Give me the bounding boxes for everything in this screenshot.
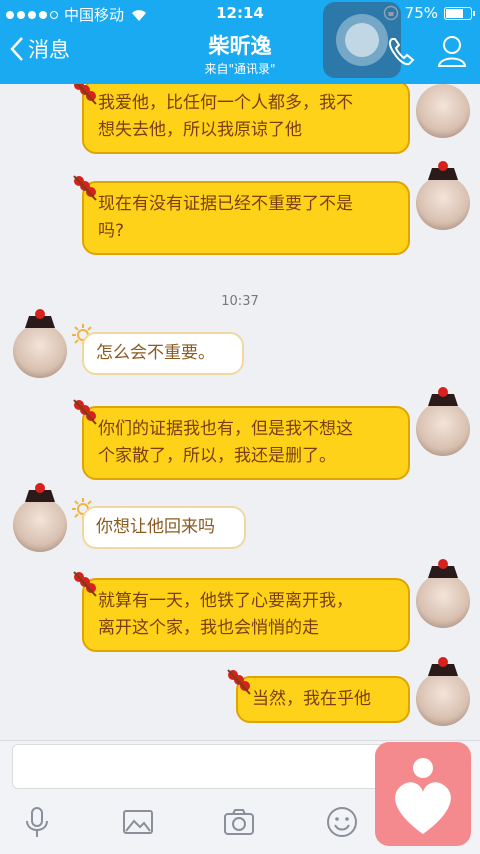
message-bubble[interactable]: 当然，我在乎他 xyxy=(236,676,410,723)
phone-icon[interactable] xyxy=(386,36,416,68)
message-bubble[interactable]: 现在有没有证据已经不重要了不是 吗? xyxy=(82,181,410,255)
message-line: 就算有一天，他铁了心要离开我， xyxy=(98,591,353,611)
message-line: 你们的证据我也有，但是我不想这 xyxy=(98,419,353,439)
hat-icon xyxy=(428,657,458,676)
message-line: 你想让他回来吗 xyxy=(96,517,215,537)
status-bar: 中国移动 12:14 75% xyxy=(0,0,480,26)
hat-icon xyxy=(428,161,458,180)
candied-haws-icon xyxy=(74,84,97,105)
image-icon[interactable] xyxy=(121,805,155,839)
message-line: 现在有没有证据已经不重要了不是 xyxy=(98,194,353,214)
candied-haws-icon xyxy=(73,399,97,425)
contact-avatar[interactable] xyxy=(416,559,470,628)
message-line: 我爱他，比任何一个人都多，我不 xyxy=(98,93,353,113)
message-bubble[interactable]: 我爱他，比任何一个人都多，我不 想失去他，所以我原谅了他 xyxy=(82,84,410,154)
candied-haws-icon xyxy=(227,669,251,695)
battery-icon xyxy=(444,6,475,20)
candied-haws-icon xyxy=(73,571,97,597)
timestamp: 10:37 xyxy=(221,294,259,309)
hat-icon xyxy=(428,387,458,406)
message-line: 怎么会不重要。 xyxy=(96,343,215,363)
message-bubble[interactable]: 你想让他回来吗 xyxy=(82,506,246,549)
message-list[interactable]: 我爱他，比任何一个人都多，我不 想失去他，所以我原谅了他 现在有没有证据已经不重… xyxy=(0,84,480,740)
candied-haws-icon xyxy=(73,175,97,201)
message-line: 当然，我在乎他 xyxy=(252,689,371,709)
contact-avatar[interactable] xyxy=(416,657,470,726)
profile-icon[interactable] xyxy=(436,34,468,68)
hat-icon xyxy=(25,483,55,502)
hat-icon xyxy=(428,559,458,578)
top-bar: 中国移动 12:14 75% 消息 柴昕逸 来自"通讯录" xyxy=(0,0,480,84)
heart-person-icon xyxy=(395,758,451,834)
battery-fill xyxy=(446,8,463,18)
my-avatar[interactable] xyxy=(13,309,67,378)
camera-icon[interactable] xyxy=(222,805,256,839)
message-line: 吗? xyxy=(98,221,125,241)
message-bubble[interactable]: 怎么会不重要。 xyxy=(82,332,244,375)
contact-avatar[interactable] xyxy=(416,161,470,230)
message-line: 个家散了，所以，我还是删了。 xyxy=(98,446,336,466)
contact-avatar[interactable] xyxy=(416,84,470,138)
emoji-icon[interactable] xyxy=(325,805,359,839)
message-bubble[interactable]: 你们的证据我也有，但是我不想这 个家散了，所以，我还是删了。 xyxy=(82,406,410,480)
hat-icon xyxy=(25,309,55,328)
contact-avatar[interactable] xyxy=(416,387,470,456)
battery-percent: 75% xyxy=(404,4,438,22)
floating-heart-button[interactable] xyxy=(375,742,471,846)
message-line: 离开这个家，我也会悄悄的走 xyxy=(98,618,319,638)
message-line: 想失去他，所以我原谅了他 xyxy=(98,120,302,140)
my-avatar[interactable] xyxy=(13,483,67,552)
message-bubble[interactable]: 就算有一天，他铁了心要离开我， 离开这个家，我也会悄悄的走 xyxy=(82,578,410,652)
microphone-icon[interactable] xyxy=(20,805,54,839)
